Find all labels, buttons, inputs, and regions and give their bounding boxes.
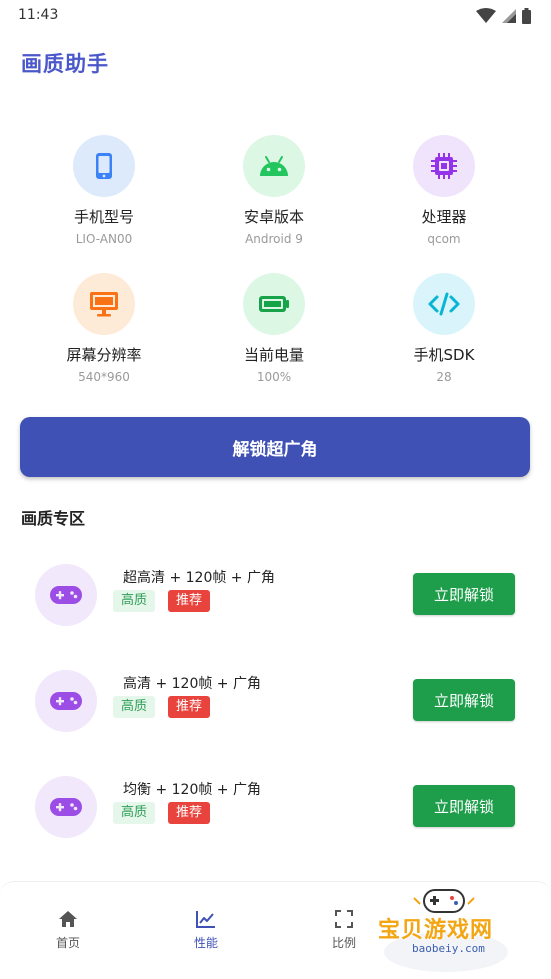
info-value: LIO-AN00 bbox=[75, 232, 133, 246]
recommend-tag: 推荐 bbox=[168, 802, 211, 824]
info-icon-circle bbox=[73, 273, 135, 335]
info-label: 安卓版本 bbox=[243, 208, 304, 226]
recommend-tag: 推荐 bbox=[168, 696, 211, 718]
high-quality-tag: 高质 bbox=[113, 696, 156, 718]
status-icons bbox=[476, 7, 531, 25]
page-title: 画质助手 bbox=[21, 52, 109, 76]
unlock-wide-angle-button[interactable]: 解锁超广角 bbox=[20, 417, 530, 477]
nav-label: 性能 bbox=[193, 936, 218, 950]
info-value: 100% bbox=[256, 370, 292, 384]
gamepad-icon-circle bbox=[35, 564, 97, 626]
wifi-icon bbox=[476, 8, 496, 23]
unlock-now-button[interactable]: 立即解锁 bbox=[413, 679, 515, 721]
info-value: qcom bbox=[427, 232, 461, 246]
info-label: 当前电量 bbox=[243, 346, 304, 364]
cpu-icon bbox=[431, 153, 457, 179]
info-label: 处理器 bbox=[421, 208, 467, 226]
watermark-text: 宝贝游戏网 bbox=[378, 918, 494, 943]
quality-item: 高清 + 120帧 + 广角 高质 推荐 立即解锁 bbox=[0, 666, 551, 746]
quality-item: 均衡 + 120帧 + 广角 高质 推荐 立即解锁 bbox=[0, 772, 551, 852]
section-title: 画质专区 bbox=[21, 509, 86, 528]
watermark-url: baobeiy.com bbox=[412, 942, 485, 955]
info-value: 28 bbox=[436, 370, 452, 384]
nav-icon-wrap bbox=[166, 908, 246, 930]
battery-status-icon bbox=[522, 8, 531, 24]
gamepad-icon bbox=[50, 798, 82, 816]
monitor-icon bbox=[90, 292, 118, 317]
chart-icon bbox=[196, 911, 215, 928]
quality-item-title: 均衡 + 120帧 + 广角 bbox=[123, 782, 261, 798]
info-item-resolution: 屏幕分辨率 540*960 bbox=[19, 273, 189, 385]
quality-item-title: 超高清 + 120帧 + 广角 bbox=[123, 570, 275, 586]
nav-icon-wrap bbox=[28, 908, 108, 930]
unlock-now-button[interactable]: 立即解锁 bbox=[413, 573, 515, 615]
gamepad-icon-circle bbox=[35, 776, 97, 838]
home-icon bbox=[59, 911, 77, 927]
info-label: 手机型号 bbox=[73, 208, 134, 226]
info-label: 屏幕分辨率 bbox=[66, 346, 142, 364]
code-icon bbox=[428, 292, 460, 316]
info-icon-circle bbox=[413, 135, 475, 197]
high-quality-tag: 高质 bbox=[113, 802, 156, 824]
info-icon-circle bbox=[243, 273, 305, 335]
info-item-processor: 处理器 qcom bbox=[359, 135, 529, 247]
unlock-now-button[interactable]: 立即解锁 bbox=[413, 785, 515, 827]
info-item-android-version: 安卓版本 Android 9 bbox=[189, 135, 359, 247]
battery-icon bbox=[259, 296, 289, 312]
nav-item-home[interactable]: 首页 bbox=[28, 908, 108, 951]
info-value: Android 9 bbox=[245, 232, 303, 246]
info-item-sdk: 手机SDK 28 bbox=[359, 273, 529, 385]
high-quality-tag: 高质 bbox=[113, 590, 156, 612]
phone-icon bbox=[96, 153, 112, 179]
status-time: 11:43 bbox=[18, 7, 59, 23]
watermark: 宝贝游戏网 baobeiy.com bbox=[370, 884, 530, 976]
info-label: 手机SDK bbox=[413, 346, 475, 364]
recommend-tag: 推荐 bbox=[168, 590, 211, 612]
nav-item-performance[interactable]: 性能 bbox=[166, 908, 246, 951]
android-icon bbox=[260, 156, 288, 176]
fullscreen-icon bbox=[335, 910, 353, 928]
signal-icon bbox=[502, 9, 516, 23]
info-icon-circle bbox=[243, 135, 305, 197]
info-item-phone-model: 手机型号 LIO-AN00 bbox=[19, 135, 189, 247]
info-icon-circle bbox=[73, 135, 135, 197]
gamepad-icon bbox=[50, 692, 82, 710]
info-icon-circle bbox=[413, 273, 475, 335]
quality-item: 超高清 + 120帧 + 广角 高质 推荐 立即解锁 bbox=[0, 560, 551, 640]
gamepad-icon-circle bbox=[35, 670, 97, 732]
gamepad-icon bbox=[50, 586, 82, 604]
info-item-battery: 当前电量 100% bbox=[189, 273, 359, 385]
nav-label: 首页 bbox=[55, 936, 80, 950]
quality-item-title: 高清 + 120帧 + 广角 bbox=[123, 676, 261, 692]
info-value: 540*960 bbox=[78, 370, 130, 384]
status-bar: 11:43 bbox=[0, 0, 551, 32]
